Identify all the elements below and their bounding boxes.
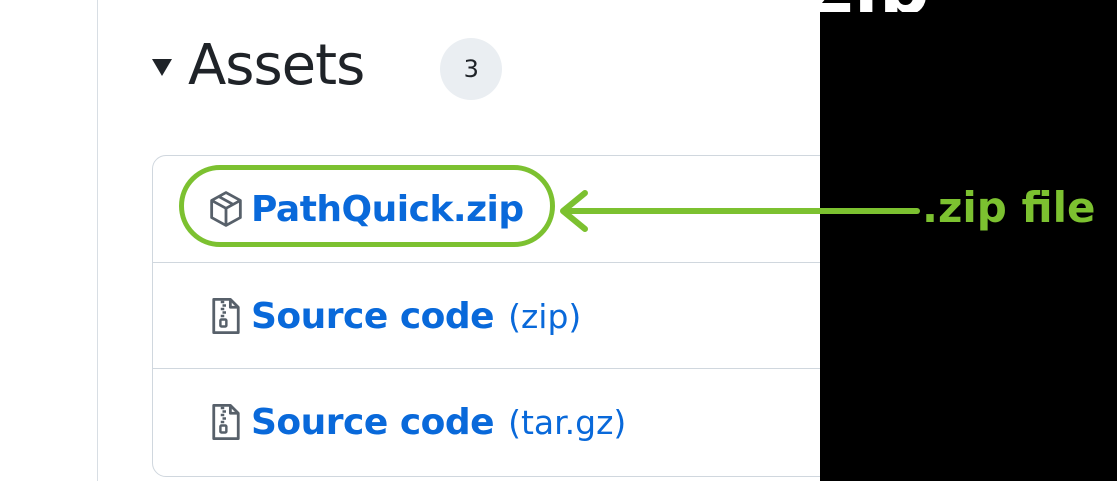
caret-down-icon[interactable]: [152, 58, 172, 76]
callout-arrow-icon: [560, 190, 920, 232]
file-zip-icon: [212, 297, 240, 335]
asset-row-source-zip: Source code (zip): [153, 262, 820, 369]
asset-name: Source code: [251, 401, 495, 443]
asset-link-source-zip[interactable]: Source code (zip): [205, 295, 581, 337]
release-assets-panel: Assets 3 PathQuick.zip Source code (zip)…: [0, 0, 820, 481]
asset-name: Source code: [251, 295, 495, 337]
asset-format: (zip): [508, 296, 582, 336]
assets-summary-toggle[interactable]: Assets 3: [152, 30, 503, 100]
file-zip-icon: [212, 403, 240, 441]
asset-row-source-tar-gz: Source code (tar.gz): [153, 368, 820, 475]
callout-label: .zip file: [922, 183, 1096, 232]
asset-format: (tar.gz): [508, 402, 627, 442]
asset-link-source-tar-gz[interactable]: Source code (tar.gz): [205, 401, 626, 443]
assets-count-badge: 3: [440, 38, 503, 100]
panel-divider: [97, 0, 98, 481]
highlight-ring: [179, 165, 555, 247]
assets-heading: Assets: [188, 32, 365, 98]
